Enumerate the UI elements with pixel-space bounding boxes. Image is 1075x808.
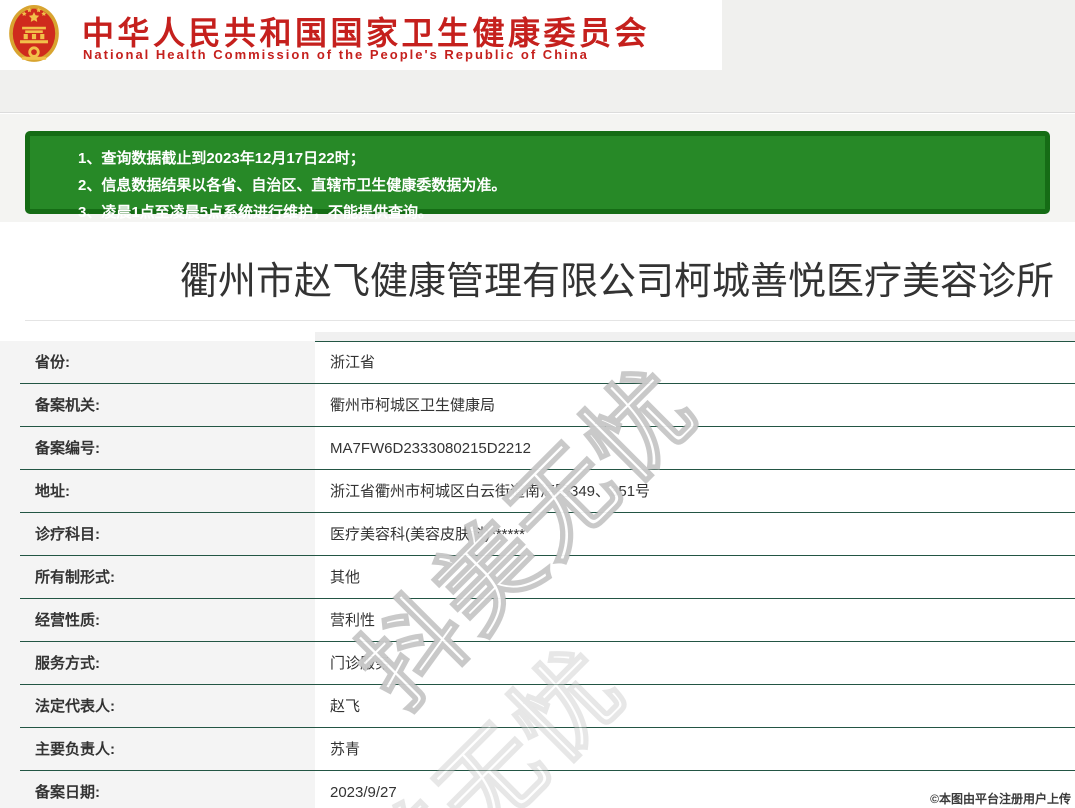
row-label: 省份: xyxy=(0,341,315,384)
upload-credit-text: ©本图由平台注册用户上传 xyxy=(930,792,1071,806)
table-row-filing-date: 备案日期: 2023/9/27 xyxy=(0,771,1075,808)
row-value: 营利性 xyxy=(330,612,376,629)
row-value: 衢州市柯城区卫生健康局 xyxy=(330,397,496,414)
title-divider xyxy=(25,320,1075,321)
table-row-medical-subjects: 诊疗科目: 医疗美容科(美容皮肤科)****** xyxy=(0,513,1075,556)
row-label: 服务方式: xyxy=(0,642,315,685)
site-title-english: National Health Commission of the People… xyxy=(83,47,589,62)
row-label: 备案日期: xyxy=(0,771,315,808)
notice-item: 2、信息数据结果以各省、自治区、直辖市卫生健康委数据为准。 xyxy=(78,177,507,194)
row-label: 所有制形式: xyxy=(0,556,315,599)
row-label: 备案机关: xyxy=(0,384,315,427)
row-label: 备案编号: xyxy=(0,427,315,470)
table-row-address: 地址: 浙江省衢州市柯城区白云街道南海路349、351号 xyxy=(0,470,1075,513)
registration-detail-table: 省份: 浙江省 备案机关: 衢州市柯城区卫生健康局 备案编号: MA7FW6D2… xyxy=(0,341,1075,808)
row-label: 法定代表人: xyxy=(0,685,315,728)
institution-name-title: 衢州市赵飞健康管理有限公司柯城善悦医疗美容诊所 xyxy=(180,261,1055,303)
row-label: 主要负责人: xyxy=(0,728,315,771)
table-top-strip xyxy=(315,332,1075,341)
table-row-principal: 主要负责人: 苏青 xyxy=(0,728,1075,771)
row-value: 赵飞 xyxy=(330,698,361,715)
query-notice-box: 1、查询数据截止到2023年12月17日22时； 2、信息数据结果以各省、自治区… xyxy=(25,131,1050,221)
row-label: 诊疗科目: xyxy=(0,513,315,556)
notice-item: 3、凌晨1点至凌晨5点系统进行维护，不能提供查询。 xyxy=(78,204,434,221)
table-row-filing-authority: 备案机关: 衢州市柯城区卫生健康局 xyxy=(0,384,1075,427)
row-label: 地址: xyxy=(0,470,315,513)
notice-item: 1、查询数据截止到2023年12月17日22时； xyxy=(78,150,365,167)
row-value: 浙江省 xyxy=(330,354,376,371)
row-value: MA7FW6D2333080215D2212 xyxy=(330,440,531,457)
table-row-province: 省份: 浙江省 xyxy=(0,341,1075,384)
table-row-service-mode: 服务方式: 门诊服务 xyxy=(0,642,1075,685)
row-value: 苏青 xyxy=(330,741,361,758)
row-value: 其他 xyxy=(330,569,361,586)
table-row-legal-representative: 法定代表人: 赵飞 xyxy=(0,685,1075,728)
row-value: 浙江省衢州市柯城区白云街道南海路349、351号 xyxy=(330,483,651,500)
table-row-operating-nature: 经营性质: 营利性 xyxy=(0,599,1075,642)
row-label: 经营性质: xyxy=(0,599,315,642)
nhc-query-result-page: 中华人民共和国国家卫生健康委员会 National Health Commiss… xyxy=(0,0,1075,808)
row-value: 医疗美容科(美容皮肤科)****** xyxy=(330,526,526,543)
china-national-emblem-icon xyxy=(9,5,59,62)
table-row-ownership-form: 所有制形式: 其他 xyxy=(0,556,1075,599)
site-header: 中华人民共和国国家卫生健康委员会 National Health Commiss… xyxy=(0,0,722,70)
table-row-filing-number: 备案编号: MA7FW6D2333080215D2212 xyxy=(0,427,1075,470)
row-value: 门诊服务 xyxy=(330,655,391,672)
